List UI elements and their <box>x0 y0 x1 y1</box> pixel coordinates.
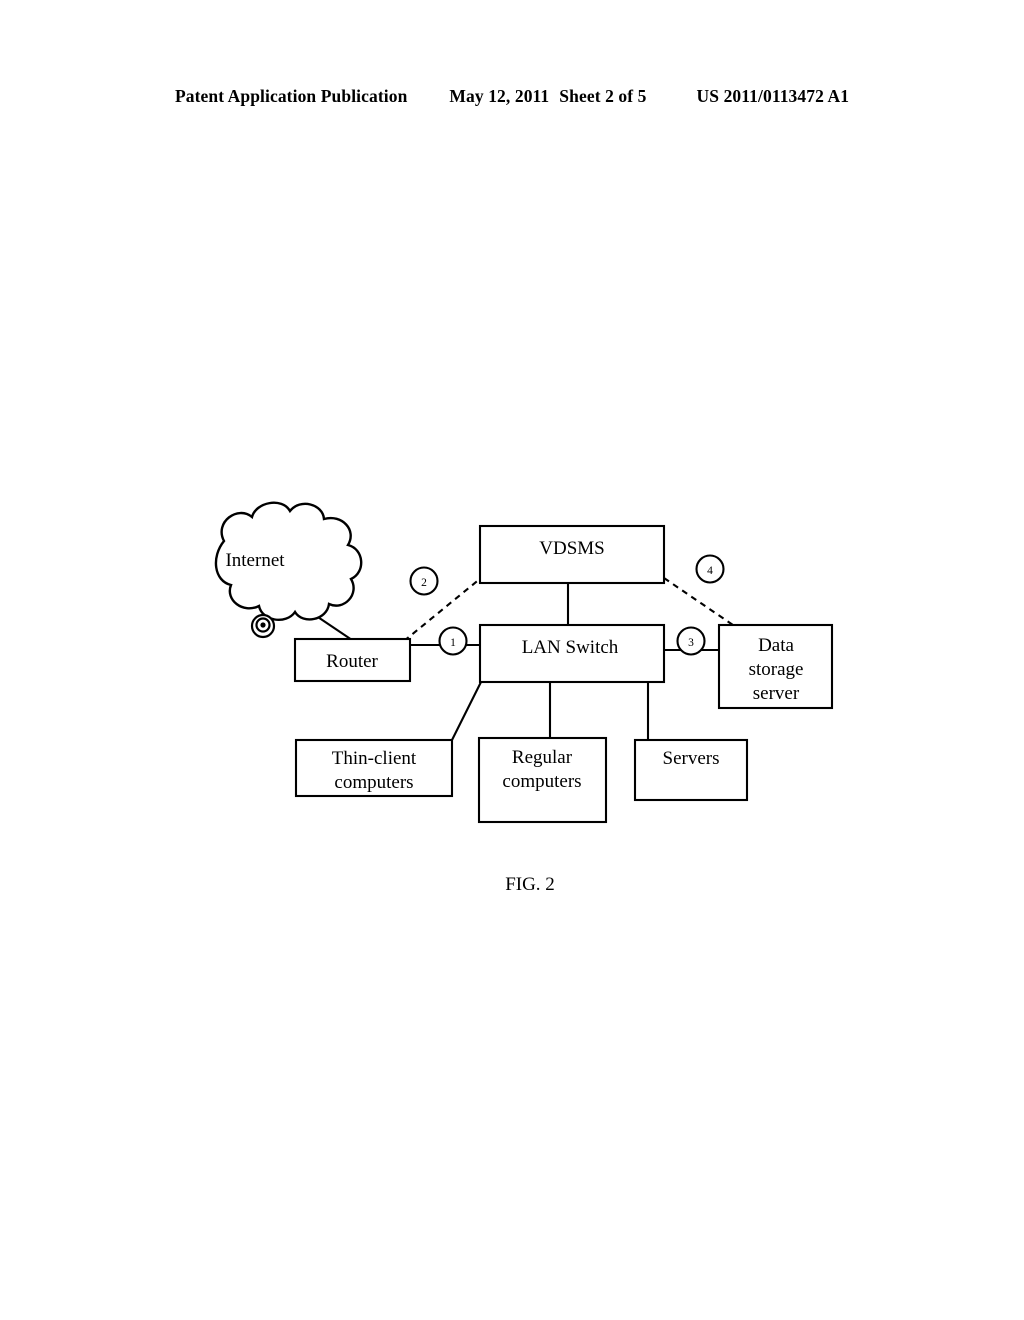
thin-client-computers-label-line1: Thin-client <box>332 748 417 769</box>
node-thin-client-computers[interactable]: Thin-client computers <box>294 738 454 798</box>
node-internet[interactable]: Internet <box>214 501 363 639</box>
node-lan-switch[interactable]: LAN Switch <box>478 623 666 684</box>
cloud-node-center-icon <box>260 622 266 628</box>
reference-numeral-1-text: 1 <box>450 637 456 649</box>
reference-numeral-3: 3 <box>676 626 706 656</box>
node-regular-computers[interactable]: Regular computers <box>477 736 608 824</box>
figure-caption: FIG. 2 <box>505 874 555 895</box>
edge-lan-switch-to-thin-client <box>451 681 482 741</box>
node-data-storage-server[interactable]: Data storage server <box>717 623 834 710</box>
servers-label: Servers <box>663 748 720 769</box>
reference-numeral-1: 1 <box>438 626 468 656</box>
thin-client-computers-label-line2: computers <box>334 772 413 793</box>
reference-numeral-2: 2 <box>409 566 439 596</box>
regular-computers-label-line2: computers <box>502 771 581 792</box>
regular-computers-label-line1: Regular <box>512 747 573 768</box>
router-label: Router <box>326 651 378 672</box>
reference-numeral-4: 4 <box>695 554 725 584</box>
internet-label: Internet <box>225 550 285 571</box>
reference-numeral-3-text: 3 <box>688 637 694 649</box>
reference-numeral-4-text: 4 <box>707 565 713 577</box>
node-router[interactable]: Router <box>293 637 412 683</box>
node-servers[interactable]: Servers <box>633 738 749 802</box>
data-storage-server-label-line1: Data <box>758 635 794 656</box>
node-vdsms[interactable]: VDSMS <box>478 524 666 585</box>
vdsms-label: VDSMS <box>539 538 604 559</box>
data-storage-server-label-line2: storage <box>749 659 804 680</box>
lan-switch-label: LAN Switch <box>522 637 619 658</box>
data-storage-server-label-line3: server <box>753 683 800 704</box>
reference-numeral-2-text: 2 <box>421 577 427 589</box>
edge-vdsms-to-data-storage-server-dashed <box>663 577 734 626</box>
figure-2-network-diagram: Internet Router VDSMS LAN Switch Data st… <box>0 0 1024 1320</box>
